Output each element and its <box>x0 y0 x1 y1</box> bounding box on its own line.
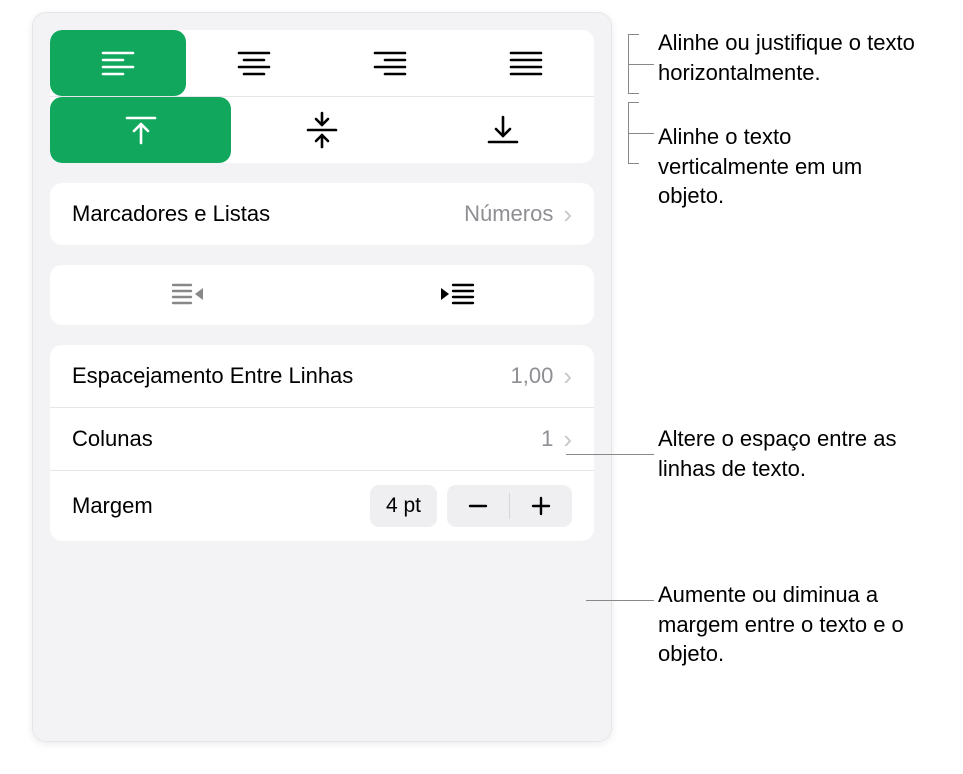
margin-row: Margem 4 pt <box>50 471 594 541</box>
increase-indent-icon <box>439 281 477 309</box>
valign-bottom-button[interactable] <box>413 97 594 163</box>
margin-decrease-button[interactable] <box>447 485 509 527</box>
columns-label: Colunas <box>72 426 153 452</box>
indent-group <box>50 265 594 325</box>
spacing-group: Espacejamento Entre Linhas 1,00 › Coluna… <box>50 345 594 541</box>
line-spacing-label: Espacejamento Entre Linhas <box>72 363 353 389</box>
align-center-icon <box>237 50 271 76</box>
line-spacing-row[interactable]: Espacejamento Entre Linhas 1,00 › <box>50 345 594 408</box>
bullets-lists-value: Números <box>464 201 553 227</box>
bullets-lists-row[interactable]: Marcadores e Listas Números › <box>50 183 594 245</box>
align-justify-icon <box>509 50 543 76</box>
plus-icon <box>531 496 551 516</box>
line-spacing-value: 1,00 <box>511 363 554 389</box>
chevron-right-icon: › <box>563 363 572 389</box>
format-panel: Marcadores e Listas Números › <box>32 12 612 742</box>
align-right-button[interactable] <box>322 30 458 96</box>
valign-middle-button[interactable] <box>231 97 412 163</box>
chevron-right-icon: › <box>563 201 572 227</box>
valign-top-icon <box>124 113 158 147</box>
margin-increase-button[interactable] <box>510 485 572 527</box>
callout-halign: Alinhe ou justifique o texto horizontalm… <box>658 28 958 87</box>
valign-top-button[interactable] <box>50 97 231 163</box>
callout-line-spacing <box>566 454 654 455</box>
decrease-indent-button[interactable] <box>50 265 322 325</box>
chevron-right-icon: › <box>563 426 572 452</box>
bullets-lists-label: Marcadores e Listas <box>72 201 270 227</box>
valign-bottom-icon <box>486 113 520 147</box>
valign-middle-icon <box>305 110 339 150</box>
callout-line-halign <box>628 64 654 65</box>
callout-spacing: Altere o espaço entre as linhas de texto… <box>658 424 948 483</box>
alignment-group <box>50 30 594 163</box>
callout-valign: Alinhe o texto verticalmente em um objet… <box>658 122 908 211</box>
minus-icon <box>468 496 488 516</box>
margin-label: Margem <box>72 493 153 519</box>
columns-row[interactable]: Colunas 1 › <box>50 408 594 471</box>
increase-indent-button[interactable] <box>322 265 594 325</box>
align-left-button[interactable] <box>50 30 186 96</box>
columns-value: 1 <box>541 426 553 452</box>
align-justify-button[interactable] <box>458 30 594 96</box>
vertical-align-row <box>50 97 594 163</box>
callout-line-margin <box>586 600 654 601</box>
callout-margin: Aumente ou diminua a margem entre o text… <box>658 580 948 669</box>
margin-value[interactable]: 4 pt <box>370 485 437 527</box>
align-center-button[interactable] <box>186 30 322 96</box>
bullets-lists-group: Marcadores e Listas Números › <box>50 183 594 245</box>
align-right-icon <box>373 50 407 76</box>
decrease-indent-icon <box>167 281 205 309</box>
horizontal-align-row <box>50 30 594 97</box>
callout-line-valign <box>628 133 654 134</box>
align-left-icon <box>101 50 135 76</box>
margin-stepper <box>447 485 572 527</box>
